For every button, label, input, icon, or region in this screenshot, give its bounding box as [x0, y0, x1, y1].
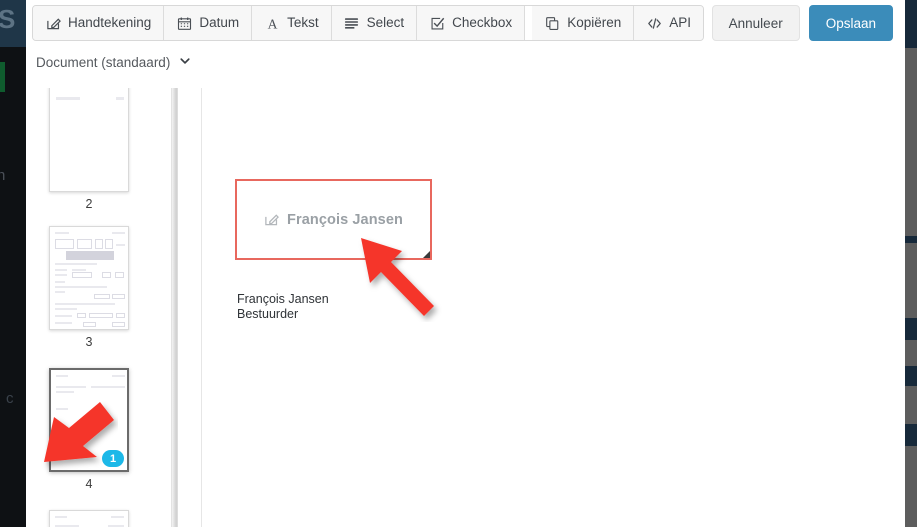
code-brackets-icon: [646, 15, 662, 31]
thumbnail-badge-count: 1: [102, 450, 124, 467]
cancel-button[interactable]: Annuleer: [711, 5, 800, 41]
tool-group-separator: [525, 6, 533, 40]
background-sidebar-accent-bar: [0, 62, 5, 92]
tool-checkbox-label: Checkbox: [452, 15, 513, 31]
thumbnail-item[interactable]: 2: [38, 88, 140, 211]
background-right-accent-2: [905, 236, 917, 243]
page-thumbnail-list[interactable]: 2 3 1 4: [26, 88, 171, 527]
tool-select-label: Select: [366, 15, 405, 31]
signature-field-content: François Jansen: [264, 212, 403, 228]
document-type-label: Document (standaard): [36, 54, 171, 70]
background-right-accent-1: [905, 0, 917, 48]
tool-tekst[interactable]: A Tekst: [252, 6, 332, 40]
editor-panel: Handtekening Datum A Tekst Select Checkb…: [26, 0, 905, 527]
thumbnail-page-number: 3: [85, 335, 93, 349]
background-right-strip: [905, 0, 917, 527]
tool-checkbox[interactable]: Checkbox: [417, 6, 526, 40]
caption-line-role: Bestuurder: [237, 307, 299, 321]
chevron-down-icon: [179, 55, 191, 69]
tool-tekst-label: Tekst: [287, 15, 319, 31]
editor-content: 2 3 1 4 François Jansen François Jansen …: [26, 88, 905, 527]
thumbnail-item-active[interactable]: 1 4: [38, 368, 140, 491]
tool-api-label: API: [669, 15, 691, 31]
signature-field-resize-handle[interactable]: [422, 250, 431, 259]
signature-field-name: François Jansen: [287, 211, 403, 228]
background-text-fragment-s: S: [0, 4, 16, 34]
thumbnail-item[interactable]: 3: [38, 226, 140, 349]
thumbnail-page-preview[interactable]: 1: [49, 368, 129, 472]
document-signer-caption: François Jansen Bestuurder: [237, 292, 329, 322]
tool-kopieren-label: Kopiëren: [567, 15, 622, 31]
thumbnail-page-preview[interactable]: [49, 510, 129, 527]
page-margin-line: [201, 88, 202, 527]
background-right-accent-5: [905, 424, 917, 446]
signature-pen-icon: [264, 212, 279, 227]
tool-api[interactable]: API: [634, 6, 703, 40]
thumbnail-page-preview[interactable]: [49, 88, 129, 192]
tool-handtekening-label: Handtekening: [68, 15, 152, 31]
tool-kopieren[interactable]: Kopiëren: [532, 6, 635, 40]
toolbar-actions: Annuleer Opslaan: [711, 5, 893, 41]
calendar-icon: [176, 15, 192, 31]
checkbox-checked-icon: [429, 15, 445, 31]
svg-text:A: A: [267, 16, 277, 31]
page-left-edge: [177, 88, 178, 527]
background-right-accent-3: [905, 318, 917, 340]
thumbnail-item[interactable]: 5: [38, 510, 140, 527]
save-button[interactable]: Opslaan: [808, 5, 893, 41]
signature-pen-icon: [45, 15, 61, 31]
copy-icon: [544, 15, 560, 31]
background-app-sidebar-strip: [0, 47, 26, 527]
document-page-view[interactable]: François Jansen François Jansen Bestuurd…: [177, 88, 905, 527]
tool-datum-label: Datum: [199, 15, 240, 31]
caption-line-name: François Jansen: [237, 292, 329, 306]
toolbar: Handtekening Datum A Tekst Select Checkb…: [26, 0, 905, 48]
thumbnail-page-number: 2: [85, 197, 93, 211]
tool-button-group: Handtekening Datum A Tekst Select Checkb…: [32, 5, 704, 41]
tool-handtekening[interactable]: Handtekening: [33, 6, 165, 40]
thumbnail-page-preview[interactable]: [49, 226, 129, 330]
signature-field-box[interactable]: François Jansen: [235, 179, 432, 260]
document-type-selector[interactable]: Document (standaard): [32, 49, 195, 75]
app-root: S n c Handtekening Datum A Tekst Select …: [0, 0, 917, 527]
thumbnail-page-number: 4: [85, 477, 93, 491]
text-A-icon: A: [264, 15, 280, 31]
list-lines-icon: [344, 15, 360, 31]
background-text-fragment-n: n: [0, 167, 6, 184]
tool-datum[interactable]: Datum: [164, 6, 253, 40]
tool-select[interactable]: Select: [331, 6, 418, 40]
background-right-accent-4: [905, 366, 917, 386]
